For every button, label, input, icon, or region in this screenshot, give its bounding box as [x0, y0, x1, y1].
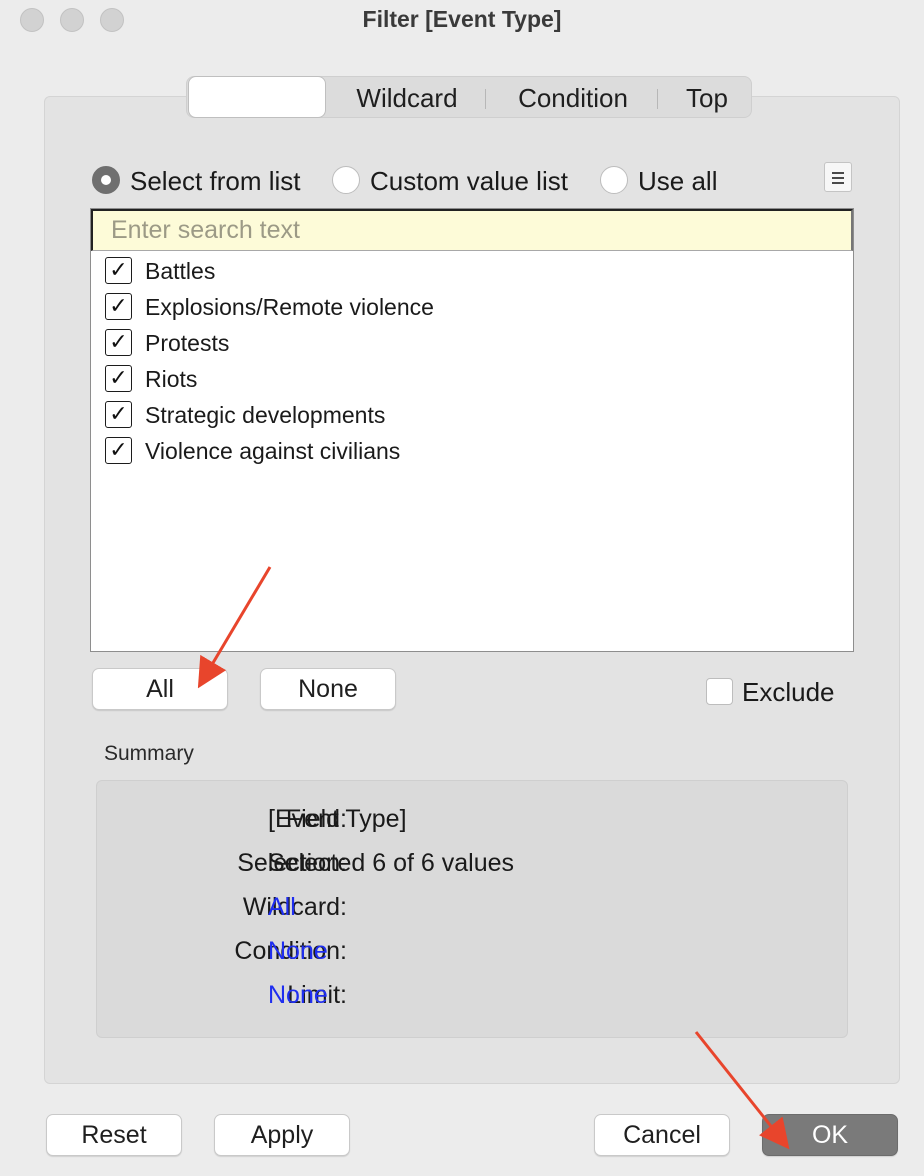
select-all-button[interactable]: All: [92, 668, 228, 710]
checkbox[interactable]: ✓: [105, 293, 132, 320]
title-bar: Filter [Event Type]: [0, 0, 924, 40]
value-list: ✓ Battles ✓ Explosions/Remote violence ✓…: [90, 208, 854, 652]
tab-condition[interactable]: Condition: [493, 77, 653, 117]
list-item-label[interactable]: Strategic developments: [145, 399, 385, 431]
custom-value-list-label[interactable]: Custom value list: [370, 164, 568, 198]
custom-value-list-radio[interactable]: [332, 166, 360, 194]
reset-button[interactable]: Reset: [46, 1114, 182, 1156]
list-item-label[interactable]: Battles: [145, 255, 215, 287]
summary-condition-link[interactable]: None: [268, 935, 328, 967]
checkbox[interactable]: ✓: [105, 365, 132, 392]
checkbox[interactable]: ✓: [105, 401, 132, 428]
list-options-menu-icon[interactable]: [824, 162, 852, 192]
tab-top[interactable]: Top: [665, 77, 749, 117]
list-item-label[interactable]: Violence against civilians: [145, 435, 400, 467]
select-none-button[interactable]: None: [260, 668, 396, 710]
exclude-label[interactable]: Exclude: [742, 674, 835, 710]
use-all-radio[interactable]: [600, 166, 628, 194]
summary-field-value: [Event Type]: [268, 805, 407, 833]
filter-dialog: Filter [Event Type] Wildcard Condition T…: [0, 0, 924, 1176]
list-item-label[interactable]: Riots: [145, 363, 197, 395]
summary-limit-link[interactable]: None: [268, 979, 328, 1011]
summary-wildcard-link[interactable]: All: [268, 891, 296, 923]
mode-radio-group: Select from list Custom value list Use a…: [92, 164, 732, 198]
select-from-list-label[interactable]: Select from list: [130, 164, 301, 198]
summary-selection-value: Selected 6 of 6 values: [268, 849, 514, 877]
checkbox[interactable]: ✓: [105, 437, 132, 464]
checkbox[interactable]: ✓: [105, 257, 132, 284]
tab-wildcard[interactable]: Wildcard: [337, 77, 477, 117]
window-title: Filter [Event Type]: [362, 6, 562, 32]
list-item-label[interactable]: Explosions/Remote violence: [145, 291, 434, 323]
select-from-list-radio[interactable]: [92, 166, 120, 194]
tab-divider: [485, 89, 486, 109]
search-input[interactable]: [91, 209, 853, 251]
summary-heading: Summary: [104, 742, 194, 765]
use-all-label[interactable]: Use all: [638, 164, 717, 198]
list-item-label[interactable]: Protests: [145, 327, 229, 359]
cancel-button[interactable]: Cancel: [594, 1114, 730, 1156]
checkbox[interactable]: ✓: [105, 329, 132, 356]
ok-button[interactable]: OK: [762, 1114, 898, 1156]
summary-box: Field: [Event Type] Selection: Selected …: [96, 780, 848, 1038]
tab-general[interactable]: [188, 76, 326, 118]
tab-bar: Wildcard Condition Top: [186, 76, 752, 118]
exclude-checkbox[interactable]: [706, 678, 733, 705]
tab-divider: [657, 89, 658, 109]
apply-button[interactable]: Apply: [214, 1114, 350, 1156]
